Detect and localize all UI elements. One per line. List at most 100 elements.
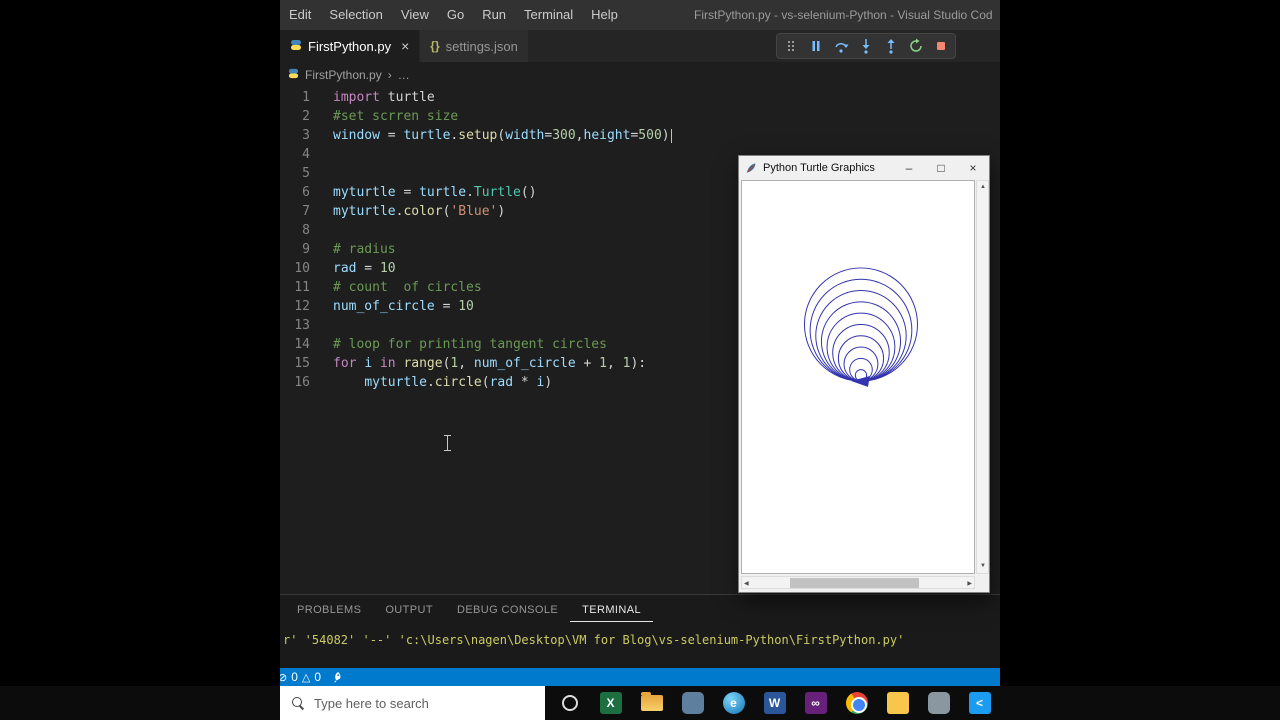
- taskbar-button-visual-studio[interactable]: ∞: [795, 686, 836, 720]
- scroll-left-icon[interactable]: ◀: [744, 579, 749, 590]
- taskbar-button-excel[interactable]: X: [590, 686, 631, 720]
- menu-item-go[interactable]: Go: [438, 7, 473, 22]
- panel-tabs: PROBLEMS OUTPUT DEBUG CONSOLE TERMINAL: [280, 598, 1000, 622]
- menu-item-run[interactable]: Run: [473, 7, 515, 22]
- close-tab-icon[interactable]: ×: [401, 38, 409, 54]
- python-file-icon: [288, 68, 299, 82]
- warning-triangle-icon: △: [301, 671, 311, 684]
- turtle-arrow-icon: [851, 376, 870, 387]
- breadcrumb-file[interactable]: FirstPython.py: [305, 68, 382, 82]
- excel-icon: X: [599, 692, 622, 714]
- line-number: 6: [302, 185, 310, 200]
- line-number: 1: [302, 90, 310, 105]
- breadcrumb[interactable]: FirstPython.py › …: [280, 62, 1000, 88]
- turtle-window-title: Python Turtle Graphics: [763, 162, 875, 174]
- terminal-output: r' '54082' '--' 'c:\Users\nagen\Desktop\…: [283, 633, 905, 647]
- line-number: 3: [302, 128, 310, 143]
- taskbar-button-edge[interactable]: e: [713, 686, 754, 720]
- tab-firstpython-py[interactable]: FirstPython.py ×: [280, 30, 420, 62]
- code-text: # radius: [333, 242, 396, 257]
- scrollbar-thumb[interactable]: [790, 578, 919, 588]
- line-number: 16: [294, 375, 310, 390]
- code-text: myturtle.color('Blue'): [333, 204, 506, 219]
- stop-icon[interactable]: [933, 38, 949, 54]
- code-text: rad = 10: [333, 261, 396, 276]
- menu-item-edit[interactable]: Edit: [280, 7, 320, 22]
- python-file-icon: [290, 39, 302, 54]
- error-circle-icon: ⊘: [280, 671, 288, 684]
- chrome-icon: [845, 692, 868, 714]
- word-icon: W: [763, 692, 786, 714]
- python-turtle-graphics-window: Python Turtle Graphics – □ × ▲ ▼ ◀ ▶: [738, 155, 990, 593]
- minimize-button[interactable]: –: [893, 156, 925, 180]
- taskbar-button-vscode[interactable]: <: [959, 686, 1000, 720]
- grip-icon[interactable]: [783, 38, 799, 54]
- line-number: 4: [302, 147, 310, 162]
- step-into-icon[interactable]: [858, 38, 874, 54]
- code-text: window = turtle.setup(width=300,height=5…: [333, 128, 672, 143]
- debug-toolbar: [776, 33, 956, 59]
- tab-label: settings.json: [445, 38, 518, 54]
- turtle-canvas: [741, 180, 975, 574]
- taskbar-button-app-icon-1[interactable]: [672, 686, 713, 720]
- step-over-icon[interactable]: [833, 38, 849, 54]
- file-explorer-icon: [640, 692, 663, 711]
- line-number: 10: [294, 261, 310, 276]
- code-line[interactable]: 2 #set scrren size: [280, 107, 1000, 126]
- panel-tab-problems[interactable]: PROBLEMS: [285, 598, 373, 622]
- taskbar-button-word[interactable]: W: [754, 686, 795, 720]
- warning-count: 0: [314, 670, 322, 684]
- taskbar-button-chrome[interactable]: [836, 686, 877, 720]
- turtle-canvas-area: ▲ ▼ ◀ ▶: [741, 180, 989, 592]
- line-number: 7: [302, 204, 310, 219]
- line-number: 13: [294, 318, 310, 333]
- cortana-icon: [561, 695, 578, 711]
- line-number: 2: [302, 109, 310, 124]
- menu-item-selection[interactable]: Selection: [320, 7, 391, 22]
- code-text: import turtle: [333, 90, 435, 105]
- json-braces-icon: {}: [430, 39, 440, 53]
- menu-item-view[interactable]: View: [392, 7, 438, 22]
- taskbar-icons: Xe W ∞ <: [549, 686, 1000, 720]
- tab-label: FirstPython.py: [308, 38, 392, 54]
- search-input[interactable]: [314, 695, 524, 711]
- panel-tab-terminal[interactable]: TERMINAL: [570, 598, 653, 622]
- code-text: num_of_circle = 10: [333, 299, 474, 314]
- menu-item-terminal[interactable]: Terminal: [515, 7, 582, 22]
- scroll-right-icon[interactable]: ▶: [967, 579, 972, 590]
- tab-settings-json[interactable]: {} settings.json: [420, 30, 528, 62]
- scroll-up-icon[interactable]: ▲: [980, 182, 986, 193]
- vscode-icon: <: [968, 692, 991, 714]
- taskbar-button-file-explorer[interactable]: [631, 686, 672, 720]
- maximize-button[interactable]: □: [925, 156, 957, 180]
- panel-tab-output[interactable]: OUTPUT: [373, 598, 445, 622]
- vertical-scrollbar[interactable]: ▲ ▼: [976, 180, 989, 574]
- step-out-icon[interactable]: [883, 38, 899, 54]
- panel-tab-debug-console[interactable]: DEBUG CONSOLE: [445, 598, 570, 622]
- feather-icon: [745, 162, 757, 174]
- edge-icon: e: [722, 692, 745, 714]
- window-title: FirstPython.py - vs-selenium-Python - Vi…: [694, 8, 993, 22]
- pause-icon[interactable]: [808, 38, 824, 54]
- taskbar-button-sticky-notes[interactable]: [877, 686, 918, 720]
- code-line[interactable]: 1 import turtle: [280, 88, 1000, 107]
- line-number: 8: [302, 223, 310, 238]
- menu-item-help[interactable]: Help: [582, 7, 627, 22]
- close-button[interactable]: ×: [957, 156, 989, 180]
- photos-icon: [927, 692, 950, 714]
- line-number: 15: [294, 356, 310, 371]
- restart-icon[interactable]: [908, 38, 924, 54]
- text-cursor-icon: [444, 435, 451, 451]
- breadcrumb-more[interactable]: …: [398, 68, 410, 82]
- scroll-down-icon[interactable]: ▼: [980, 561, 986, 572]
- turtle-title-bar[interactable]: Python Turtle Graphics – □ ×: [739, 156, 989, 180]
- code-line[interactable]: 3 window = turtle.setup(width=300,height=…: [280, 126, 1000, 145]
- problems-indicator[interactable]: ⊘ 0 △ 0: [280, 670, 326, 684]
- taskbar-search[interactable]: [280, 686, 545, 720]
- rocket-icon[interactable]: [326, 671, 348, 683]
- code-text: # loop for printing tangent circles: [333, 337, 607, 352]
- taskbar-button-photos[interactable]: [918, 686, 959, 720]
- taskbar-button-cortana[interactable]: [549, 686, 590, 720]
- horizontal-scrollbar[interactable]: ◀ ▶: [741, 576, 975, 589]
- status-bar: ⊘ 0 △ 0: [280, 668, 1000, 686]
